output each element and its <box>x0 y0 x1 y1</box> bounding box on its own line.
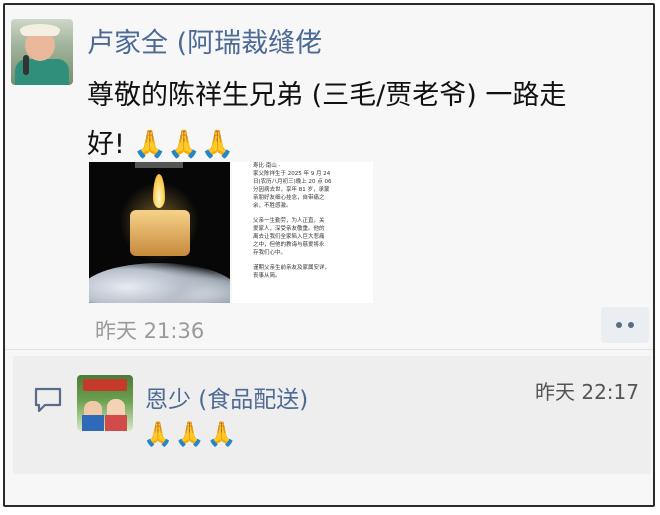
post-time: 昨天 21:36 <box>95 319 205 343</box>
author-name[interactable]: 卢家全 (阿瑞裁缝佬 <box>87 21 322 60</box>
doc-line: 离去让我们全家陷入巨大悲痛 <box>253 234 325 240</box>
obituary-notice-image[interactable]: 寿比·南山 · 家父陈祥生于 2025 年 9 月 24 日(农历八月初三)晚上… <box>232 162 373 303</box>
doc-line: 日(农历八月初三)晚上 20 点 06 <box>253 179 332 185</box>
moment-post: 卢家全 (阿瑞裁缝佬 尊敬的陈祥生兄弟 (三毛/贾老爷) 一路走 好! 🙏🙏🙏 … <box>5 5 653 345</box>
doc-line: 寿比·南山 · <box>253 163 281 169</box>
dot-icon <box>628 322 634 328</box>
doc-line: 家父陈祥生于 2025 年 9 月 24 <box>253 171 331 177</box>
commenter-name[interactable]: 恩少 (食品配送) <box>145 380 308 414</box>
commenter-avatar[interactable] <box>77 375 133 431</box>
more-options-button[interactable] <box>601 307 649 343</box>
doc-line: 之中，但他的教诲与慈爱将永 <box>253 242 325 248</box>
doc-line: 丧事从简。 <box>253 273 281 279</box>
moment-card: 卢家全 (阿瑞裁缝佬 尊敬的陈祥生兄弟 (三毛/贾老爷) 一路走 好! 🙏🙏🙏 … <box>3 3 655 507</box>
doc-line: 亲朋好友细心挂念，自带痛之 <box>253 195 325 201</box>
dot-icon <box>616 322 622 328</box>
memorial-candle-photo[interactable] <box>89 162 230 303</box>
doc-line: 谨期父亲生前亲友及家属安详， <box>253 265 331 271</box>
doc-line: 存我们心中。 <box>253 250 287 256</box>
comment-time: 昨天 22:17 <box>535 380 639 404</box>
post-text: 尊敬的陈祥生兄弟 (三毛/贾老爷) 一路走 好! 🙏🙏🙏 <box>87 71 647 169</box>
candle-flame-icon <box>153 174 165 208</box>
divider <box>5 349 653 350</box>
doc-line: 爱家人，深受亲友敬重。他的 <box>253 226 325 232</box>
comment-icon <box>34 387 62 413</box>
comment-text: 🙏🙏🙏 <box>143 420 239 448</box>
comment-area: 恩少 (食品配送) 昨天 22:17 🙏🙏🙏 <box>13 356 651 474</box>
doc-line: 父亲一生勤劳，为人正直，关 <box>253 218 325 224</box>
doc-line: 分因病去世，享年 81 岁，承蒙 <box>253 187 330 193</box>
doc-line: 余，不胜感激。 <box>253 203 292 209</box>
post-text-line-1: 尊敬的陈祥生兄弟 (三毛/贾老爷) 一路走 <box>87 80 567 111</box>
author-avatar[interactable] <box>11 19 73 85</box>
